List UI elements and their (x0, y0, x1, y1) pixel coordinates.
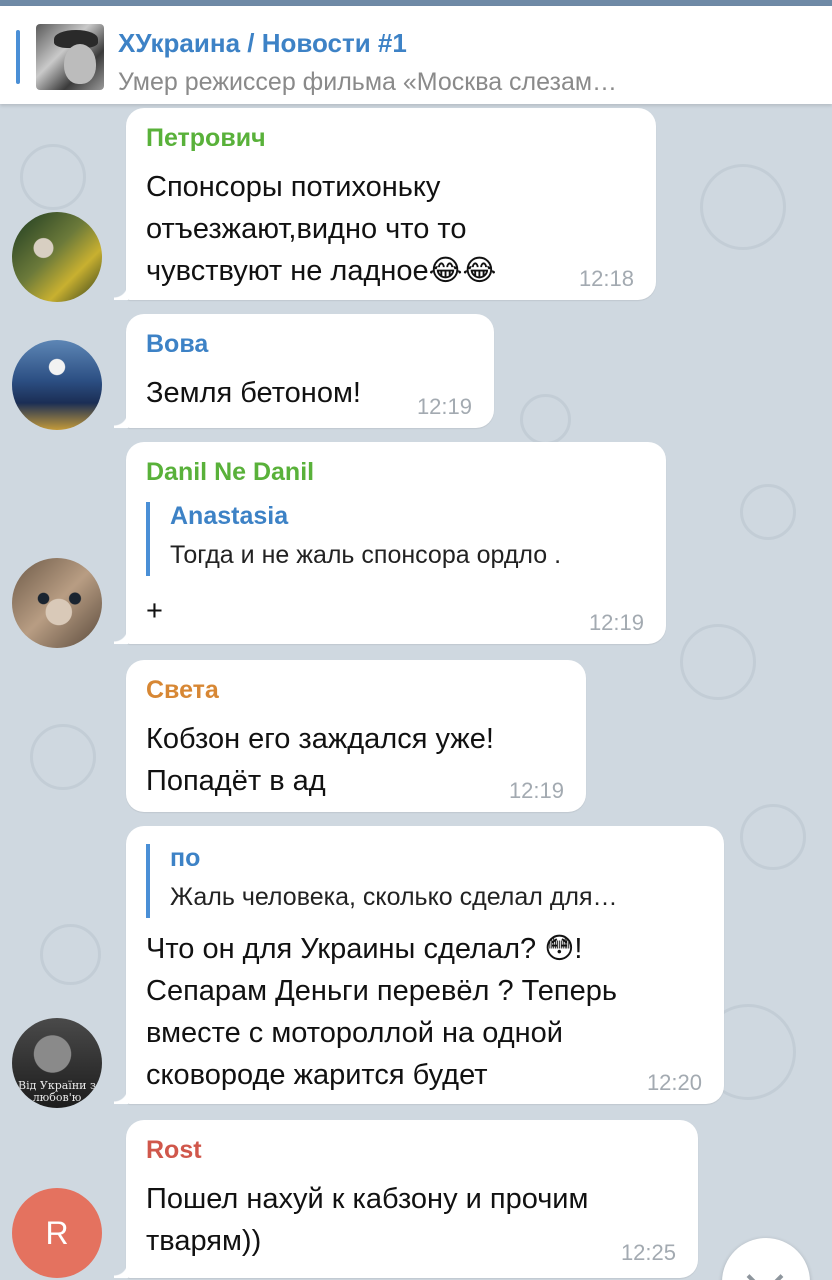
message-sender[interactable]: Петрович (146, 124, 266, 153)
message-text: Кобзон его заждался уже! Попадёт в ад (146, 723, 494, 797)
reply-author: Anastasia (170, 502, 289, 530)
avatar[interactable] (12, 212, 102, 302)
pinned-thumbnail (36, 24, 104, 90)
reply-text: Жаль человека, сколько сделал для… (170, 883, 618, 911)
message-time: 12:19 (416, 394, 472, 419)
avatar-initial: R (45, 1215, 69, 1251)
message-time: 12:20 (646, 1070, 702, 1095)
pinned-subtitle: Умер режиссер фильма «Москва слезам… (118, 68, 618, 96)
message-sender[interactable]: Rost (146, 1136, 202, 1165)
reply-author: по (170, 844, 201, 872)
message-sender[interactable]: Света (146, 676, 219, 705)
avatar[interactable]: Від України з любов'ю (12, 1018, 102, 1108)
pinned-title: ХУкраина / Новости #1 (118, 28, 407, 58)
message-text: Пошел нахуй к кабзону и прочим тварям)) (146, 1183, 589, 1257)
message-sender[interactable]: Вова (146, 330, 208, 359)
reply-text: Тогда и не жаль спонсора ордло . (170, 541, 562, 569)
message-sender[interactable]: Danil Ne Danil (146, 458, 314, 487)
avatar[interactable] (12, 558, 102, 648)
pinned-indicator (16, 30, 20, 84)
message-text: Что он для Украины сделал? 😳! Сепарам Де… (146, 933, 617, 1091)
message-time: 12:18 (578, 266, 634, 291)
message-text: Земля бетоном! (146, 377, 361, 409)
message-time: 12:19 (588, 610, 644, 635)
chevron-down-icon (746, 1258, 784, 1280)
message-text: + (146, 595, 163, 627)
message-bubble[interactable]: Петрович Спонсоры потихоньку отъезжают,в… (114, 108, 656, 300)
reply-preview[interactable]: по Жаль человека, сколько сделал для… (146, 844, 618, 918)
message-time: 12:25 (620, 1240, 676, 1265)
pinned-message-bar[interactable]: ХУкраина / Новости #1 Умер режиссер филь… (0, 6, 832, 104)
message-bubble[interactable]: Danil Ne Danil Anastasia Тогда и не жаль… (114, 442, 666, 644)
message-bubble[interactable]: Вова Земля бетоном! 12:19 (114, 314, 494, 428)
message-bubble[interactable]: Света Кобзон его заждался уже! Попадёт в… (126, 660, 586, 812)
message-text: Спонсоры потихоньку отъезжают,видно что … (146, 171, 497, 287)
avatar-caption: Від України з любов'ю (18, 1079, 96, 1104)
message-bubble[interactable]: по Жаль человека, сколько сделал для… Чт… (114, 826, 724, 1104)
avatar[interactable] (12, 340, 102, 430)
message-time: 12:19 (508, 778, 564, 803)
reply-preview[interactable]: Anastasia Тогда и не жаль спонсора ордло… (146, 502, 561, 576)
avatar[interactable]: R (12, 1188, 102, 1278)
message-bubble[interactable]: Rost Пошел нахуй к кабзону и прочим твар… (114, 1120, 698, 1278)
